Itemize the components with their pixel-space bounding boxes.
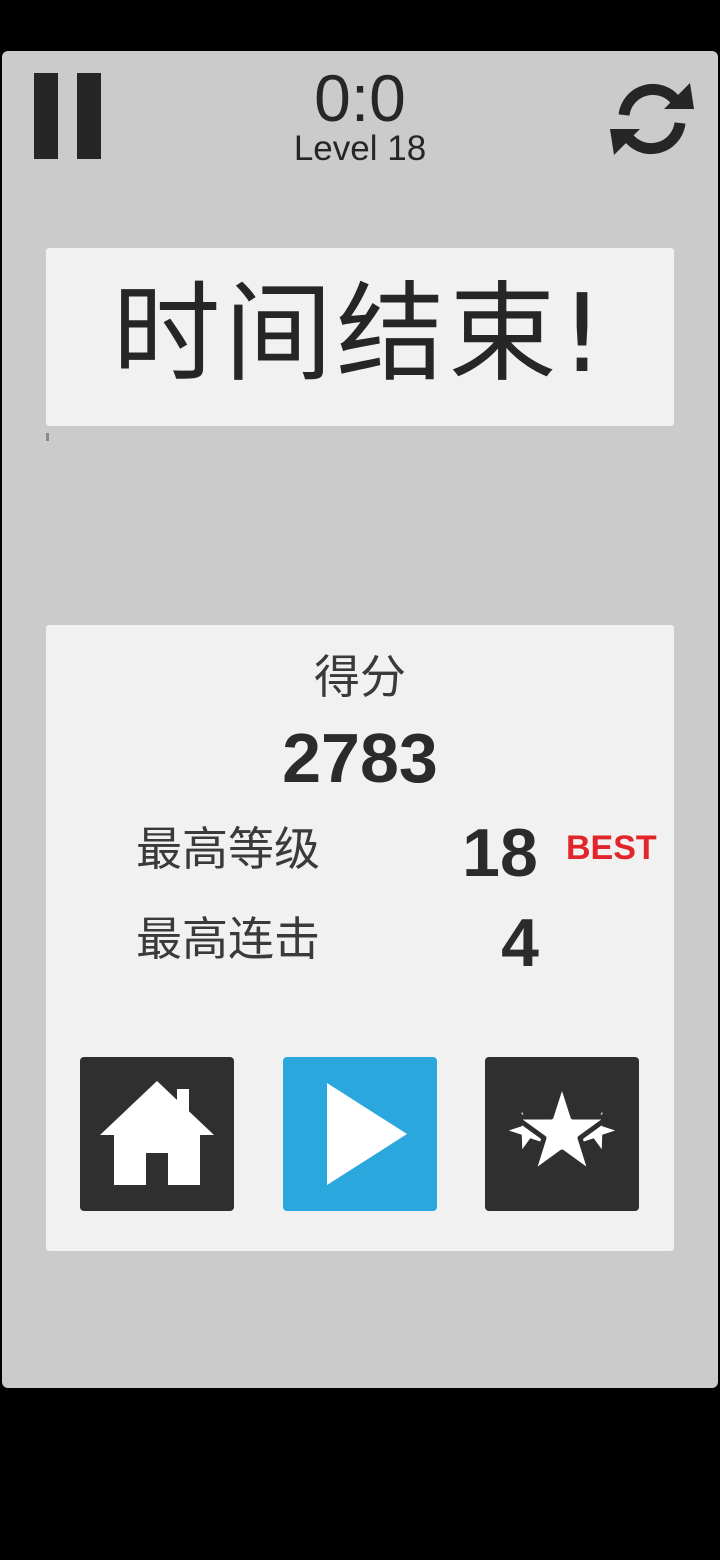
best-combo-label: 最高连击	[136, 912, 320, 966]
game-screen: 0:0 Level 18 时间结束! 得分 2783 最高等级 18 BEST …	[2, 51, 718, 1388]
refresh-icon	[610, 83, 694, 155]
divider-mark	[46, 433, 49, 441]
home-icon	[100, 1081, 214, 1185]
stars-icon	[508, 1080, 616, 1176]
leaderboard-button[interactable]	[485, 1057, 639, 1211]
score-value: 2783	[282, 719, 438, 797]
best-level-label: 最高等级	[136, 822, 320, 876]
play-icon	[327, 1083, 407, 1185]
results-card: 得分 2783 最高等级 18 BEST 最高连击 4	[46, 625, 674, 1251]
home-button[interactable]	[80, 1057, 234, 1211]
time-up-banner: 时间结束!	[46, 248, 674, 426]
best-level-value: 18	[462, 815, 538, 891]
time-up-title: 时间结束!	[112, 272, 608, 397]
best-badge: BEST	[566, 829, 657, 867]
score-label: 得分	[314, 650, 406, 704]
restart-button[interactable]	[604, 77, 700, 161]
play-button[interactable]	[283, 1057, 437, 1211]
best-combo-value: 4	[501, 905, 539, 981]
